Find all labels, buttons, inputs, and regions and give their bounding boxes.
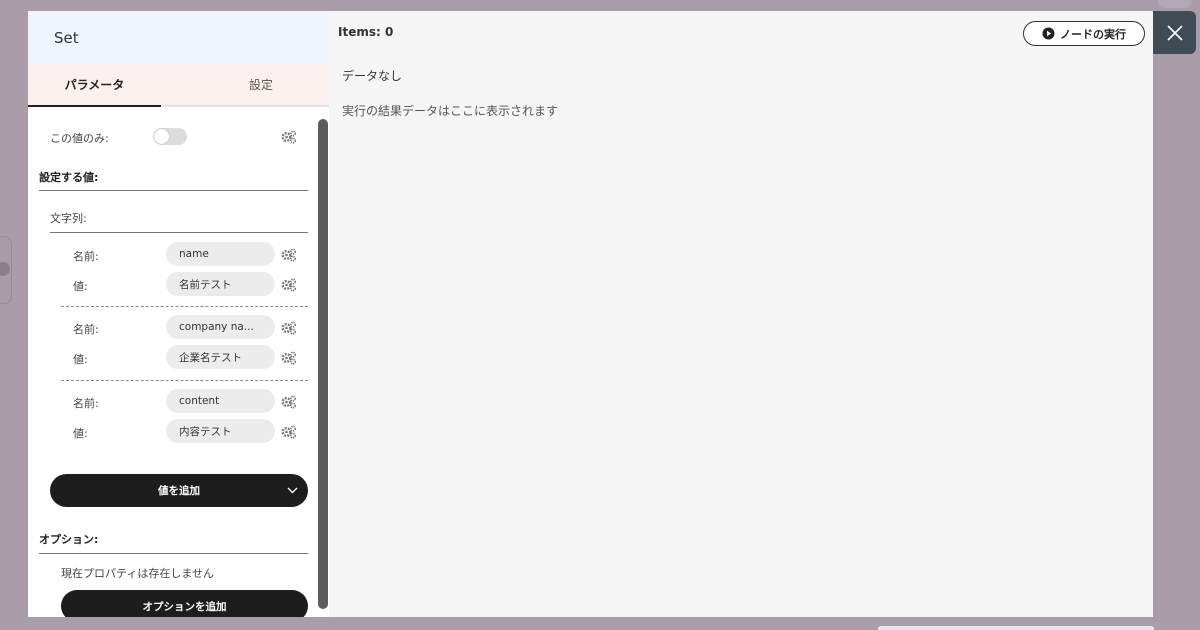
chevron-down-icon xyxy=(287,485,298,497)
tab-settings[interactable]: 設定 xyxy=(161,64,329,105)
entry-name-field[interactable]: content xyxy=(166,389,275,413)
background-toggle xyxy=(1158,0,1192,8)
entry-name-label: 名前: xyxy=(73,397,99,410)
entry-value-label: 値: xyxy=(73,353,88,366)
entry-name-field[interactable]: company na... xyxy=(166,315,275,339)
items-count: Items: 0 xyxy=(338,25,394,39)
entry-value-label: 値: xyxy=(73,427,88,440)
divider xyxy=(39,553,308,554)
close-button[interactable] xyxy=(1153,11,1196,54)
entry-value-field[interactable]: 企業名テスト xyxy=(166,345,275,369)
entry-separator xyxy=(61,306,308,307)
parameters-panel: Set パラメータ 設定 この値のみ: 設定する値: 文字列: 名前: name xyxy=(28,11,329,617)
string-section-label: 文字列: xyxy=(50,212,87,225)
divider xyxy=(50,232,308,233)
play-circle-icon xyxy=(1042,27,1055,40)
options-section-title: オプション: xyxy=(39,533,99,546)
close-icon xyxy=(1166,24,1183,41)
settings-gear-icon[interactable] xyxy=(281,277,297,292)
entry-separator xyxy=(61,380,308,381)
no-data-title: データなし xyxy=(342,69,403,83)
settings-gear-icon[interactable] xyxy=(281,394,297,409)
only-this-value-toggle[interactable] xyxy=(153,128,187,145)
result-hint-text: 実行の結果データはここに表示されます xyxy=(342,104,559,118)
add-value-button[interactable]: 値を追加 xyxy=(50,474,308,507)
settings-gear-icon[interactable] xyxy=(281,247,297,262)
only-this-value-label: この値のみ: xyxy=(50,132,109,145)
values-section-title: 設定する値: xyxy=(39,171,99,184)
settings-gear-icon[interactable] xyxy=(281,424,297,439)
node-title: Set xyxy=(28,11,329,64)
only-this-value-row: この値のみ: xyxy=(50,127,298,147)
node-editor-modal: Set パラメータ 設定 この値のみ: 設定する値: 文字列: 名前: name xyxy=(28,11,1153,617)
toggle-knob xyxy=(154,129,169,144)
settings-gear-icon[interactable] xyxy=(281,129,297,144)
entry-name-label: 名前: xyxy=(73,323,99,336)
divider xyxy=(39,190,308,191)
entry-name-field[interactable]: name xyxy=(166,242,275,266)
run-node-label: ノードの実行 xyxy=(1060,27,1126,41)
no-properties-text: 現在プロパティは存在しません xyxy=(61,567,215,580)
tab-parameters[interactable]: パラメータ xyxy=(28,64,161,107)
entry-name-label: 名前: xyxy=(73,250,99,263)
run-node-button[interactable]: ノードの実行 xyxy=(1023,21,1145,46)
background-panel xyxy=(878,626,1154,630)
entry-value-field[interactable]: 名前テスト xyxy=(166,272,275,296)
entry-value-field[interactable]: 内容テスト xyxy=(166,419,275,443)
scrollbar-thumb[interactable] xyxy=(318,119,328,609)
add-value-label: 値を追加 xyxy=(158,485,200,497)
panel-tabs: パラメータ 設定 xyxy=(28,64,329,107)
panel-scrollbar[interactable] xyxy=(318,119,328,609)
settings-gear-icon[interactable] xyxy=(281,320,297,335)
entry-value-label: 値: xyxy=(73,280,88,293)
add-option-button[interactable]: オプションを追加 xyxy=(61,590,308,617)
settings-gear-icon[interactable] xyxy=(281,350,297,365)
